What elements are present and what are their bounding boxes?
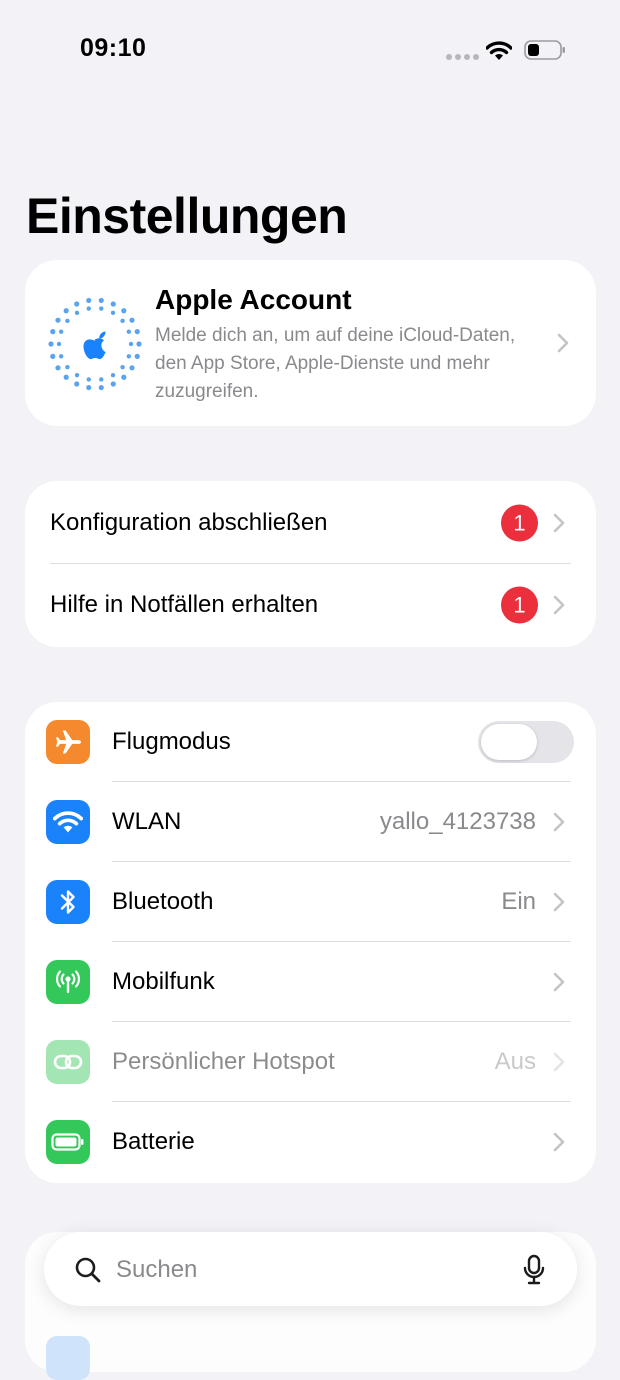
battery-row[interactable]: Batterie bbox=[25, 1102, 596, 1182]
bluetooth-row[interactable]: Bluetooth Ein bbox=[25, 862, 596, 942]
apple-account-card[interactable]: Apple Account Melde dich an, um auf dein… bbox=[25, 260, 596, 426]
row-label: Bluetooth bbox=[112, 888, 214, 915]
wifi-icon bbox=[46, 800, 90, 844]
setup-alerts-card: Konfiguration abschließen 1 Hilfe in Not… bbox=[25, 481, 596, 647]
apple-account-avatar-icon bbox=[48, 297, 142, 391]
airplane-icon bbox=[46, 720, 90, 764]
row-label: Konfiguration abschließen bbox=[50, 509, 328, 536]
chevron-right-icon bbox=[553, 972, 565, 992]
search-input[interactable] bbox=[114, 1249, 498, 1291]
mobile-data-row[interactable]: Mobilfunk bbox=[25, 942, 596, 1022]
account-subtitle: Melde dich an, um auf deine iCloud-Daten… bbox=[155, 325, 516, 402]
chevron-right-icon bbox=[553, 1052, 565, 1072]
cellular-signal-icon bbox=[446, 54, 479, 60]
chevron-right-icon bbox=[557, 333, 569, 353]
chevron-right-icon bbox=[553, 513, 565, 533]
wlan-row[interactable]: WLAN yallo_4123738 bbox=[25, 782, 596, 862]
row-label: Flugmodus bbox=[112, 728, 231, 755]
chevron-right-icon bbox=[553, 1132, 565, 1152]
notification-badge: 1 bbox=[501, 504, 538, 542]
airplane-mode-toggle[interactable] bbox=[478, 721, 574, 763]
partial-settings-icon bbox=[46, 1336, 90, 1380]
airplane-mode-row: Flugmodus bbox=[25, 702, 596, 782]
page-title: Einstellungen bbox=[26, 188, 348, 244]
battery-icon bbox=[46, 1120, 90, 1164]
antenna-icon bbox=[46, 960, 90, 1004]
row-label: Hilfe in Notfällen erhalten bbox=[50, 591, 319, 618]
row-label: Batterie bbox=[112, 1128, 195, 1155]
hotspot-link-icon bbox=[46, 1040, 90, 1084]
hotspot-status-value: Aus bbox=[494, 1048, 536, 1075]
bluetooth-icon bbox=[46, 880, 90, 924]
row-label: Mobilfunk bbox=[112, 968, 215, 995]
battery-status-icon bbox=[524, 40, 565, 60]
connectivity-card: Flugmodus WLAN yallo_4123738 Bluetooth E… bbox=[25, 702, 596, 1183]
finish-setup-row[interactable]: Konfiguration abschließen 1 bbox=[25, 483, 596, 563]
search-icon bbox=[75, 1257, 101, 1283]
search-bar[interactable] bbox=[44, 1232, 577, 1306]
status-bar: 09:10 bbox=[0, 0, 620, 100]
account-title: Apple Account bbox=[155, 284, 352, 315]
row-label: WLAN bbox=[112, 808, 182, 835]
bluetooth-status-value: Ein bbox=[501, 888, 536, 915]
chevron-right-icon bbox=[553, 595, 565, 615]
row-label: Persönlicher Hotspot bbox=[112, 1048, 335, 1075]
chevron-right-icon bbox=[553, 892, 565, 912]
toggle-knob bbox=[481, 724, 537, 760]
personal-hotspot-row[interactable]: Persönlicher Hotspot Aus bbox=[25, 1022, 596, 1102]
status-time: 09:10 bbox=[80, 34, 147, 62]
emergency-help-row[interactable]: Hilfe in Notfällen erhalten 1 bbox=[25, 565, 596, 645]
chevron-right-icon bbox=[553, 812, 565, 832]
microphone-icon[interactable] bbox=[523, 1254, 545, 1286]
divider bbox=[50, 563, 571, 564]
notification-badge: 1 bbox=[501, 586, 538, 624]
wlan-network-value: yallo_4123738 bbox=[379, 808, 536, 835]
wifi-status-icon bbox=[486, 41, 512, 60]
